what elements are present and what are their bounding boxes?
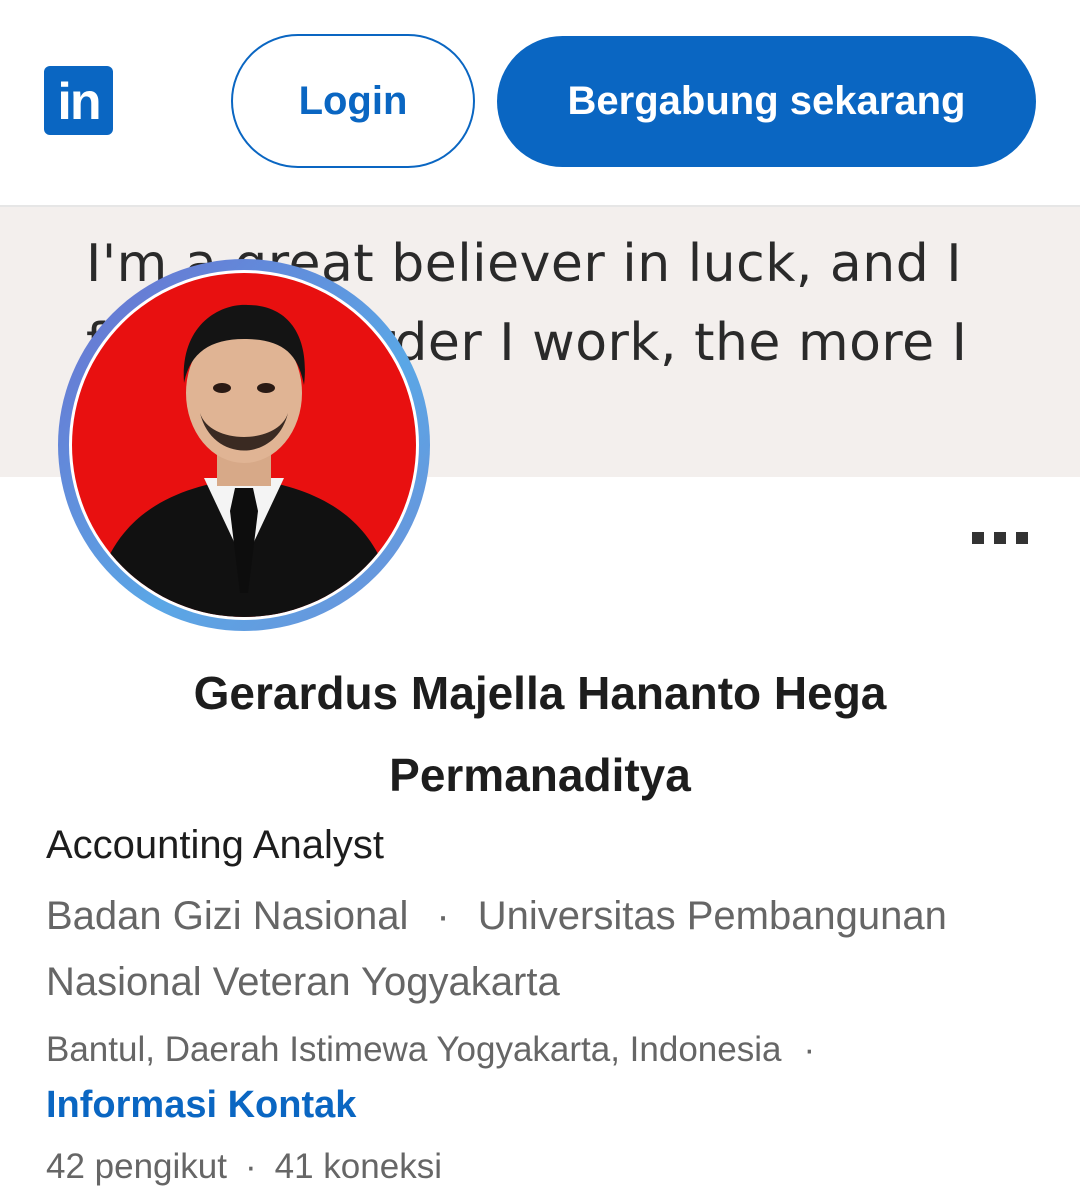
join-now-button[interactable]: Bergabung sekarang	[497, 36, 1036, 167]
person-silhouette-icon	[92, 304, 396, 617]
location-separator: ·	[803, 1030, 816, 1069]
top-bar: in Login Bergabung sekarang	[0, 0, 1080, 205]
linkedin-logo-icon[interactable]: in	[44, 66, 113, 135]
contact-info-link[interactable]: Informasi Kontak	[46, 1079, 356, 1131]
stats-separator: ·	[244, 1147, 257, 1186]
logo-text: in	[57, 73, 101, 131]
followers-count: 42 pengikut	[46, 1147, 227, 1186]
company-name[interactable]: Badan Gizi Nasional	[46, 894, 408, 938]
avatar-ring	[58, 259, 430, 631]
profile-location: Bantul, Daerah Istimewa Yogyakarta, Indo…	[46, 1025, 815, 1075]
profile-card: I'm a great believer in luck, and I find…	[0, 205, 1080, 1190]
profile-photo	[72, 273, 416, 617]
network-stats: 42 pengikut · 41 koneksi	[46, 1142, 442, 1192]
location-text: Bantul, Daerah Istimewa Yogyakarta, Indo…	[46, 1030, 782, 1069]
profile-name: Gerardus Majella Hananto Hega Permanadit…	[193, 667, 887, 801]
connections-count: 41 koneksi	[274, 1147, 442, 1186]
separator-dot: ·	[436, 894, 450, 938]
company-education: Badan Gizi Nasional · Universitas Pembangu…	[46, 883, 1046, 1015]
avatar[interactable]	[69, 270, 419, 620]
more-options-icon[interactable]	[972, 532, 1028, 544]
profile-headline: Accounting Analyst	[46, 823, 384, 867]
login-button[interactable]: Login	[231, 34, 475, 168]
